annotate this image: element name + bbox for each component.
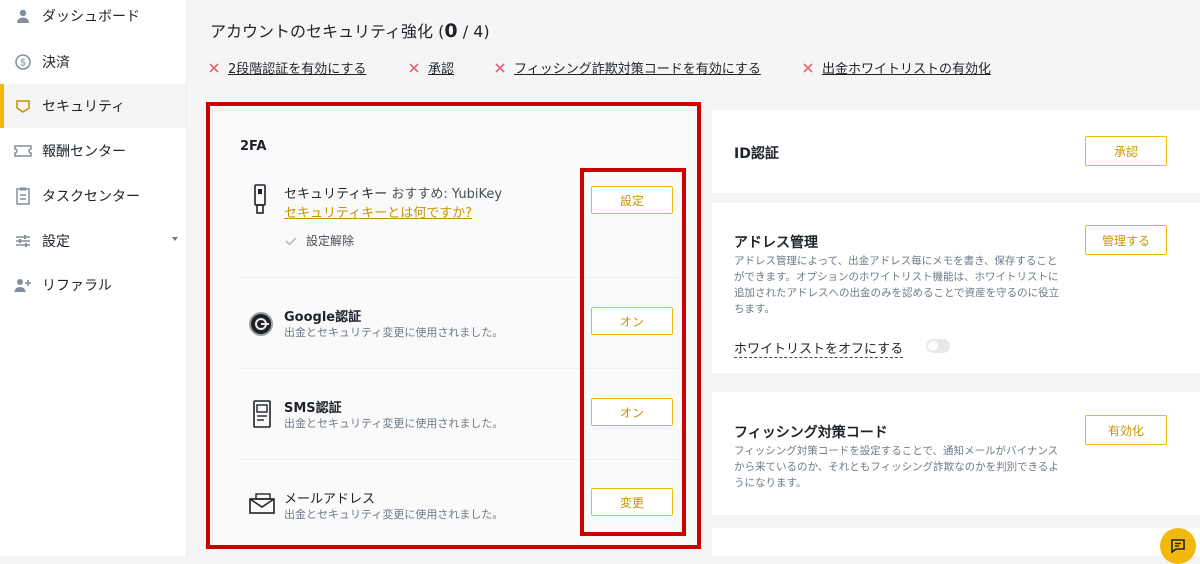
address-manage-button[interactable]: 管理する [1085, 225, 1167, 255]
ticket-icon [14, 142, 32, 160]
google-authenticator-icon [249, 312, 273, 336]
whitelist-off-label[interactable]: ホワイトリストをオフにする [734, 338, 904, 358]
antiphishing-desc: フィッシング対策コードを設定することで、通知メールがバイナンスから来ているのか、… [734, 445, 1059, 489]
sms-auth-desc: 出金とセキュリティ変更に使用されました。 [284, 417, 504, 430]
google-auth-enable-button[interactable]: オン [591, 307, 673, 335]
chevron-down-icon [172, 237, 178, 241]
identity-verify-button[interactable]: 承認 [1085, 136, 1167, 166]
svg-text:$: $ [20, 58, 26, 69]
sidebar-item-dashboard[interactable]: ダッシュボード [0, 0, 186, 38]
error-x-icon [409, 62, 419, 73]
sidebar-item-label: 決済 [42, 55, 70, 71]
user-icon [14, 7, 32, 25]
sidebar: ダッシュボード $ 決済 セキュリティ 報酬センター タスクセンター 設定 リフ… [0, 0, 187, 556]
check-icon [285, 236, 297, 246]
address-title: アドレス管理 [734, 235, 818, 251]
error-x-icon [803, 62, 813, 73]
sidebar-item-label: 設定 [42, 234, 70, 250]
sidebar-item-label: タスクセンター [42, 189, 140, 205]
clipboard-icon [14, 187, 32, 205]
identity-title: ID認証 [734, 146, 779, 162]
antiphishing-title: フィッシング対策コード [734, 425, 888, 441]
sidebar-item-settings[interactable]: 設定 [0, 219, 186, 263]
sidebar-item-rewards[interactable]: 報酬センター [0, 129, 186, 173]
add-user-icon [14, 276, 32, 294]
task-verify[interactable]: 承認 [408, 58, 454, 77]
chat-button[interactable] [1160, 528, 1196, 564]
address-desc: アドレス管理によって、出金アドレス毎にメモを書き、保存することができます。オプシ… [734, 255, 1060, 315]
security-key-setup-button[interactable]: 設定 [591, 186, 673, 214]
divider [240, 277, 686, 278]
sliders-icon [14, 232, 32, 250]
task-enable-2fa[interactable]: 2段階認証を有効にする [208, 58, 366, 77]
sidebar-item-label: ダッシュボード [42, 9, 140, 25]
divider [240, 368, 686, 369]
security-key-recommend: おすすめ: YubiKey [391, 187, 503, 202]
sms-auth-enable-button[interactable]: オン [591, 398, 673, 426]
email-icon [249, 493, 275, 514]
page-title: アカウントのセキュリティ強化 (0 / 4) [210, 20, 490, 42]
security-key-info-link[interactable]: セキュリティキーとは何ですか? [284, 202, 472, 221]
shield-icon [14, 97, 32, 115]
progress-count: 0 [444, 20, 458, 42]
email-desc: 出金とセキュリティ変更に使用されました。 [284, 508, 504, 521]
sidebar-item-label: 報酬センター [42, 144, 126, 160]
sidebar-item-referral[interactable]: リファラル [0, 263, 186, 307]
twofa-section-title: 2FA [240, 139, 267, 154]
security-key-icon [254, 184, 266, 214]
task-antiphishing[interactable]: フィッシング詐欺対策コードを有効にする [494, 58, 761, 77]
sidebar-item-label: セキュリティ [42, 99, 126, 115]
email-change-button[interactable]: 変更 [591, 488, 673, 516]
error-x-icon [495, 62, 505, 73]
sidebar-item-tasks[interactable]: タスクセンター [0, 174, 186, 218]
divider [240, 459, 686, 460]
sidebar-item-payment[interactable]: $ 決済 [0, 40, 186, 84]
security-key-title: セキュリティキー おすすめ: YubiKey [284, 187, 503, 202]
chat-icon [1171, 539, 1185, 554]
google-auth-title: Google認証 [284, 310, 362, 325]
whitelist-toggle[interactable] [926, 339, 950, 353]
dollar-circle-icon: $ [14, 53, 32, 71]
next-card [712, 528, 1200, 556]
sms-auth-title: SMS認証 [284, 401, 342, 416]
sidebar-item-label: リファラル [42, 278, 112, 294]
email-title: メールアドレス [284, 492, 376, 507]
sms-phone-icon [253, 400, 271, 428]
google-auth-desc: 出金とセキュリティ変更に使用されました。 [284, 326, 504, 339]
task-whitelist[interactable]: 出金ホワイトリストの有効化 [802, 58, 991, 77]
error-x-icon [209, 62, 219, 73]
security-key-unset[interactable]: 設定解除 [284, 232, 354, 249]
sidebar-item-security[interactable]: セキュリティ [0, 84, 186, 128]
antiphishing-enable-button[interactable]: 有効化 [1085, 415, 1167, 445]
